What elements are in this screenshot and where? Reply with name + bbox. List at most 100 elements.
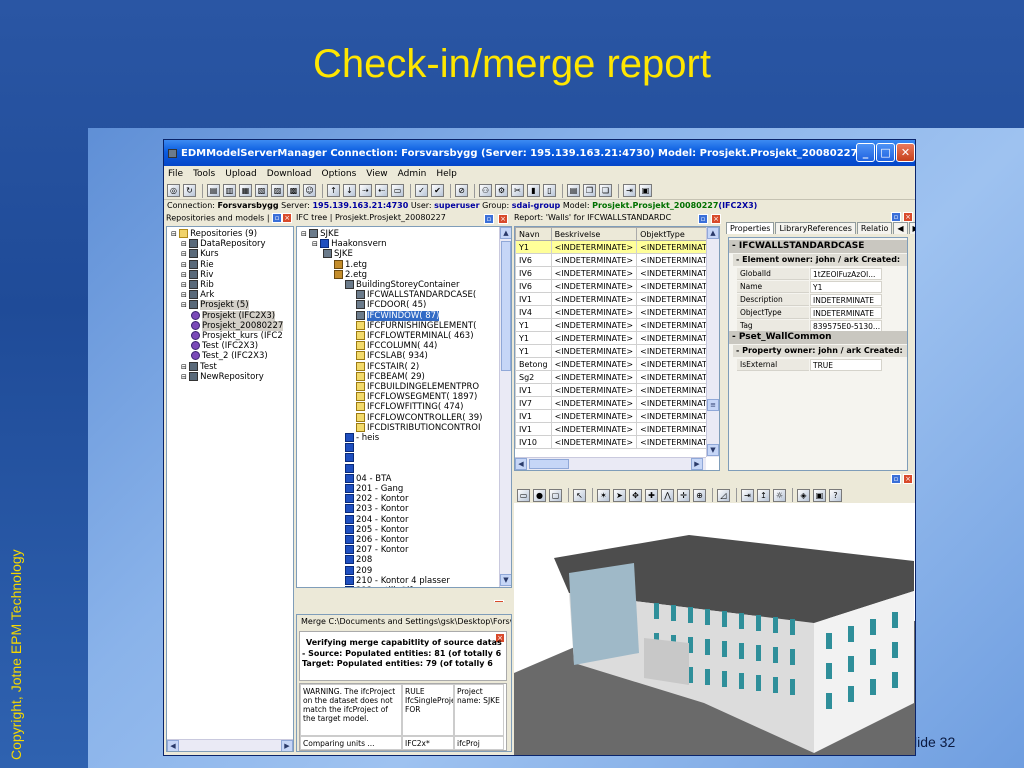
scroll-thumb[interactable] <box>501 241 511 371</box>
expander-icon[interactable]: ⊟ <box>181 291 189 299</box>
view-icon[interactable]: ◈ <box>797 488 810 502</box>
restore-icon[interactable]: ▫ <box>891 212 901 222</box>
scroll-right-arrow[interactable]: ▶ <box>691 458 703 470</box>
database-icon[interactable]: ▥ <box>223 184 236 197</box>
maximize-button[interactable]: □ <box>876 143 895 162</box>
scroll-down-arrow[interactable]: ▼ <box>707 444 719 456</box>
entity-section-header[interactable]: - IFCWALLSTANDARDCASE <box>729 240 907 253</box>
scroll-up-arrow[interactable]: ▲ <box>707 227 719 239</box>
report-icon[interactable]: ▯ <box>543 184 556 197</box>
column-header[interactable]: ObjektType <box>636 227 711 241</box>
arrow-up-icon[interactable]: ↑ <box>327 184 340 197</box>
grid-icon[interactable]: ▦ <box>239 184 252 197</box>
scroll-thumb[interactable]: ≡ <box>707 399 719 411</box>
table-row[interactable]: IV6 <INDETERMINATE> <INDETERMINAT <box>515 266 711 280</box>
sphere-icon[interactable]: ● <box>533 488 546 502</box>
menu-tools[interactable]: Tools <box>193 169 215 179</box>
menu-help[interactable]: Help <box>436 169 457 179</box>
property-value[interactable]: TRUE <box>810 359 882 371</box>
arrow-down-icon[interactable]: ↓ <box>343 184 356 197</box>
move-icon[interactable]: ✛ <box>677 488 690 502</box>
refresh-icon[interactable]: ↻ <box>183 184 196 197</box>
tab-scroll-left[interactable]: ◀ <box>893 222 908 234</box>
menu-options[interactable]: Options <box>322 169 357 179</box>
scroll-up-arrow[interactable]: ▲ <box>500 227 511 239</box>
table-row[interactable]: IV1 <INDETERMINATE> <INDETERMINAT <box>515 383 711 397</box>
schema-icon[interactable]: ▩ <box>287 184 300 197</box>
close-icon[interactable]: × <box>711 214 721 224</box>
document-icon[interactable]: ▤ <box>567 184 580 197</box>
menu-admin[interactable]: Admin <box>398 169 427 179</box>
tab-library-references[interactable]: LibraryReferences <box>775 222 856 234</box>
expander-icon[interactable]: ⊟ <box>181 363 189 371</box>
property-value[interactable]: Y1 <box>810 281 882 293</box>
settings-icon[interactable]: ⚙ <box>495 184 508 197</box>
check-icon[interactable]: ✔ <box>431 184 444 197</box>
table-row[interactable]: IV4 <INDETERMINATE> <INDETERMINAT <box>515 305 711 319</box>
property-value[interactable]: 1tZEOlFuzAzOl... <box>810 268 882 280</box>
frame-icon[interactable]: ▢ <box>549 488 562 502</box>
expander-icon[interactable]: ⊟ <box>181 250 189 258</box>
tab-scroll-right[interactable]: ▶ <box>908 222 915 234</box>
expander-icon[interactable]: ⊟ <box>181 281 189 289</box>
print-icon[interactable]: ▣ <box>639 184 652 197</box>
table-icon[interactable]: ▧ <box>255 184 268 197</box>
3d-viewer[interactable] <box>514 503 915 755</box>
horizontal-scrollbar[interactable]: ◀ ▶ <box>167 739 293 751</box>
checkout-icon[interactable]: ⇠ <box>375 184 388 197</box>
table-row[interactable]: IV1 <INDETERMINATE> <INDETERMINAT <box>515 422 711 436</box>
menu-file[interactable]: File <box>168 169 183 179</box>
close-icon[interactable]: × <box>903 212 913 222</box>
scroll-down-arrow[interactable]: ▼ <box>500 574 511 586</box>
table-row[interactable]: IV10 <INDETERMINATE> <INDETERMINAT <box>515 435 711 449</box>
light-icon[interactable]: ☼ <box>773 488 786 502</box>
table-row[interactable]: IV6 <INDETERMINATE> <INDETERMINAT <box>515 279 711 293</box>
repo-tree-item[interactable]: ⊟ NewRepository <box>181 371 264 383</box>
tools-icon[interactable]: ✂ <box>511 184 524 197</box>
pset-section-header[interactable]: - Pset_WallCommon <box>729 331 907 344</box>
measure-icon[interactable]: ⇥ <box>741 488 754 502</box>
element-owner-header[interactable]: - Element owner: john / ark Created: <box>733 254 907 266</box>
folder-icon[interactable]: ▭ <box>391 184 404 197</box>
table-row[interactable]: Sg2 <INDETERMINATE> <INDETERMINAT <box>515 370 711 384</box>
select-icon[interactable]: ↖ <box>573 488 586 502</box>
property-owner-header[interactable]: - Property owner: john / ark Created: <box>733 345 907 357</box>
close-icon[interactable]: × <box>282 213 293 223</box>
menu-upload[interactable]: Upload <box>225 169 257 179</box>
restore-icon[interactable]: ▫ <box>272 213 283 223</box>
property-value[interactable]: INDETERMINATE <box>810 294 882 306</box>
expander-icon[interactable]: ⊟ <box>171 230 179 238</box>
tilt-icon[interactable]: ⋀ <box>661 488 674 502</box>
table-row[interactable]: IV6 <INDETERMINATE> <INDETERMINAT <box>515 253 711 267</box>
paste-icon[interactable]: ❏ <box>599 184 612 197</box>
stop-icon[interactable]: ⊘ <box>455 184 468 197</box>
ifc-model-tab[interactable]: Prosjekt.Prosjekt_20080227 <box>335 213 446 222</box>
orbit-icon[interactable]: ✥ <box>629 488 642 502</box>
vertical-scrollbar[interactable]: ▲ ▼ <box>499 227 511 587</box>
expander-icon[interactable]: ⊟ <box>312 240 320 248</box>
expander-icon[interactable]: ⊟ <box>301 230 309 238</box>
table-row[interactable]: Y1 <INDETERMINATE> <INDETERMINAT <box>515 331 711 345</box>
expander-icon[interactable]: ⊟ <box>181 261 189 269</box>
help-icon[interactable]: ? <box>829 488 842 502</box>
expander-icon[interactable]: ⊟ <box>181 373 189 381</box>
tab-relations[interactable]: Relatio <box>856 222 893 234</box>
zoom-icon[interactable]: ⊕ <box>693 488 706 502</box>
fly-icon[interactable]: ➤ <box>613 488 626 502</box>
scroll-left-arrow[interactable]: ◀ <box>515 458 527 470</box>
validate-icon[interactable]: ✓ <box>415 184 428 197</box>
menu-view[interactable]: View <box>366 169 387 179</box>
close-button[interactable]: ✕ <box>896 143 915 162</box>
table-row[interactable]: Y1 <INDETERMINATE> <INDETERMINAT <box>515 240 711 254</box>
minimize-button[interactable]: _ <box>856 143 875 162</box>
table-row[interactable]: Y1 <INDETERMINATE> <INDETERMINAT <box>515 318 711 332</box>
pan-icon[interactable]: ✚ <box>645 488 658 502</box>
ifc-tree-tab[interactable]: IFC tree <box>296 213 327 222</box>
people-icon[interactable]: ⚇ <box>479 184 492 197</box>
close-icon[interactable]: × <box>903 474 913 484</box>
close-icon[interactable]: × <box>494 600 504 602</box>
table-row[interactable]: Betong <INDETERMINATE> <INDETERMINAT <box>515 357 711 371</box>
checkin-icon[interactable]: ⇢ <box>359 184 372 197</box>
expander-icon[interactable]: ⊟ <box>181 240 189 248</box>
table-row[interactable]: Y1 <INDETERMINATE> <INDETERMINAT <box>515 344 711 358</box>
